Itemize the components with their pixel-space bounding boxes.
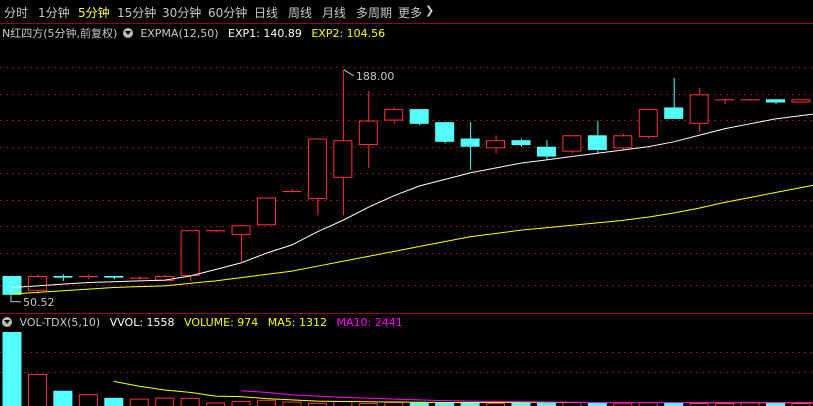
candle-body-down — [511, 140, 531, 146]
candle-body-up — [333, 140, 353, 178]
candle-body-up — [791, 99, 811, 103]
volume-bar-up — [384, 402, 404, 406]
candle-body-up — [231, 225, 251, 236]
candle-body-up — [27, 276, 47, 291]
candle-body-down — [536, 146, 556, 157]
kline-chart[interactable]: 188.00 50.52 — [0, 0, 813, 406]
volume-bar-up — [78, 394, 98, 406]
volume-bar-up — [231, 401, 251, 406]
volume-bar-up — [155, 397, 175, 406]
candle-body-up — [180, 230, 200, 277]
volume-bar-up — [257, 399, 276, 406]
candle-body-up — [257, 197, 276, 226]
candle-body-up — [562, 135, 582, 152]
candle-body-up — [307, 138, 327, 200]
candle-body-down — [460, 138, 480, 147]
volume-bar-up — [562, 402, 582, 406]
volume-bar-up — [282, 401, 302, 406]
candle-body-down — [104, 276, 124, 278]
candle-body-down — [766, 99, 785, 103]
candle-body-down — [53, 276, 73, 278]
candle-body-up — [384, 109, 404, 121]
volume-bar-up — [129, 398, 149, 406]
candle-body-down — [435, 122, 455, 142]
candle-body-down — [2, 276, 22, 295]
exp2-line — [11, 184, 813, 295]
volume-bar-up — [27, 373, 47, 406]
candle-body-down — [587, 135, 607, 150]
volume-bar-up — [333, 401, 353, 406]
volume-bar-up — [180, 397, 200, 406]
low-marker-arrow — [10, 294, 21, 303]
candle-body-up — [638, 109, 658, 137]
volume-ma5-line — [113, 380, 813, 404]
volume-bar-down — [53, 390, 73, 406]
candle-body-up — [689, 94, 709, 124]
candle-body-down — [664, 107, 684, 119]
candle-body-up — [486, 140, 506, 149]
volume-bar-down — [2, 332, 22, 406]
candle-body-up — [613, 135, 633, 149]
high-price-label: 188.00 — [356, 70, 395, 83]
candle-body-up — [358, 120, 378, 146]
candle-body-down — [409, 109, 429, 124]
volume-bar-down — [104, 397, 124, 406]
volume-bar-down — [409, 402, 429, 406]
exp1-line — [11, 113, 813, 288]
high-marker-arrow — [343, 69, 355, 77]
low-price-label: 50.52 — [23, 296, 55, 309]
